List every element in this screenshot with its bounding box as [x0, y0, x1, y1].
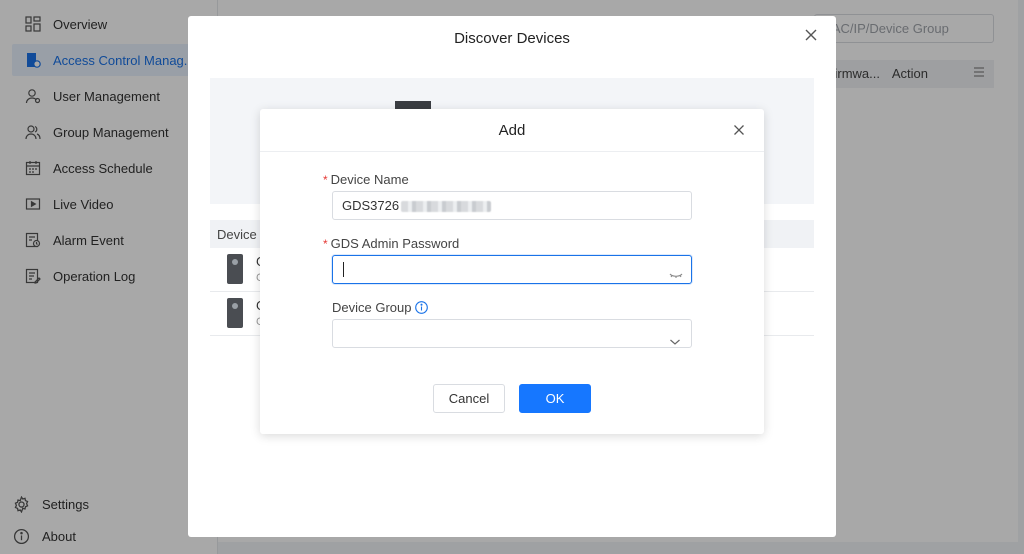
- device-name-label-text: Device Name: [330, 172, 409, 187]
- ok-button[interactable]: OK: [519, 384, 591, 413]
- device-group-label-text: Device Group: [332, 300, 412, 315]
- device-name-field[interactable]: GDS3726: [332, 191, 692, 220]
- add-device-dialog: Add * Device Name GDS3726 * GDS Admin Pa…: [260, 109, 764, 434]
- dialog-header: Add: [260, 109, 764, 152]
- required-marker: *: [323, 236, 328, 251]
- redacted-text: [401, 201, 492, 213]
- device-image: [227, 298, 243, 328]
- device-name-value: GDS3726: [342, 198, 400, 213]
- device-image: [227, 254, 243, 284]
- info-icon[interactable]: [415, 301, 429, 314]
- required-marker: *: [323, 172, 328, 187]
- close-icon[interactable]: [733, 124, 745, 136]
- close-icon[interactable]: [804, 28, 818, 42]
- eye-closed-icon[interactable]: [669, 264, 683, 278]
- device-group-label: Device Group: [332, 300, 429, 315]
- password-label-text: GDS Admin Password: [330, 236, 460, 251]
- text-cursor: [343, 262, 344, 277]
- password-label: * GDS Admin Password: [323, 236, 459, 251]
- cancel-button[interactable]: Cancel: [433, 384, 505, 413]
- column-header-device: Device: [217, 227, 257, 242]
- device-group-select[interactable]: [332, 319, 692, 348]
- device-name-label: * Device Name: [323, 172, 409, 187]
- dialog-title: Discover Devices: [454, 30, 570, 47]
- chevron-down-icon: [669, 329, 681, 345]
- password-field[interactable]: [332, 255, 692, 284]
- dialog-title: Add: [498, 122, 526, 139]
